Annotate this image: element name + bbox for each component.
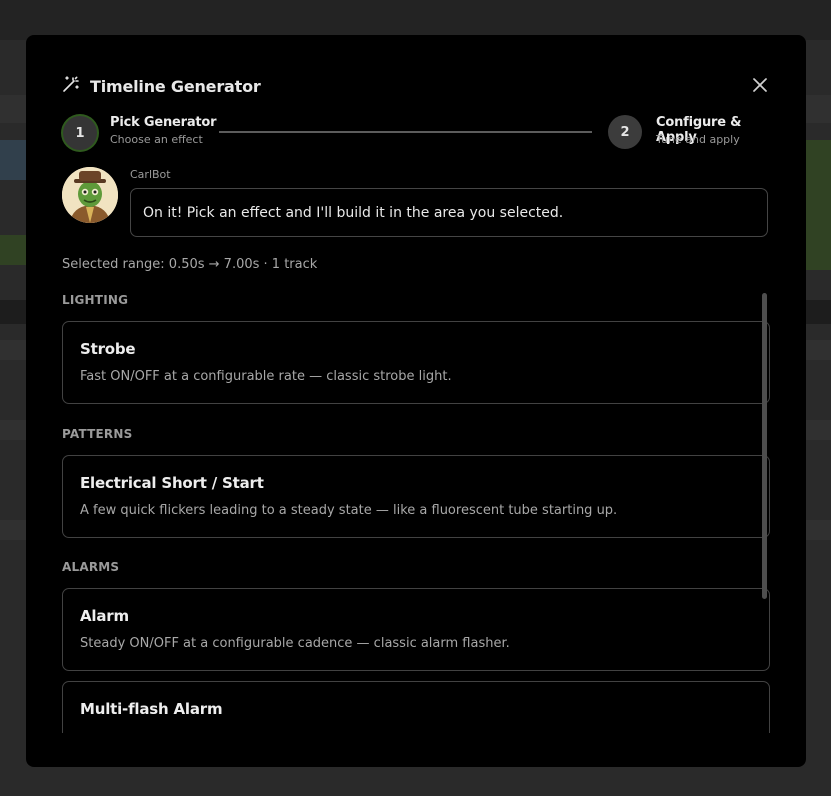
step-2-indicator[interactable]: 2	[608, 115, 642, 149]
effect-list[interactable]: LIGHTING Strobe Fast ON/OFF at a configu…	[62, 293, 770, 733]
wizard-stepper: 1 Pick Generator Choose an effect 2 Conf…	[62, 115, 770, 155]
close-icon	[753, 78, 767, 92]
effect-card-electrical-short[interactable]: Electrical Short / Start A few quick fli…	[62, 455, 770, 538]
category-heading-lighting: LIGHTING	[62, 293, 129, 307]
dialog-title: Timeline Generator	[90, 76, 261, 96]
bot-name: CarlBot	[130, 168, 171, 181]
timeline-generator-dialog: Timeline Generator 1 Pick Generator Choo…	[26, 35, 806, 767]
category-heading-alarms: ALARMS	[62, 560, 120, 574]
dialog-header: Timeline Generator	[62, 75, 261, 97]
step-1-title: Pick Generator	[110, 115, 217, 130]
step-2-subtitle: Tune and apply	[656, 133, 740, 146]
effect-name: Electrical Short / Start	[80, 474, 264, 492]
effect-name: Alarm	[80, 607, 129, 625]
effect-description: A few quick flickers leading to a steady…	[80, 503, 618, 518]
bot-message-bubble: On it! Pick an effect and I'll build it …	[130, 188, 768, 237]
selected-range-summary: Selected range: 0.50s → 7.00s · 1 track	[62, 257, 318, 272]
category-heading-patterns: PATTERNS	[62, 427, 133, 441]
magic-wand-icon	[62, 75, 80, 97]
effect-description: Steady ON/OFF at a configurable cadence …	[80, 636, 510, 651]
effect-name: Multi-flash Alarm	[80, 700, 223, 718]
effect-card-multi-flash-alarm[interactable]: Multi-flash Alarm	[62, 681, 770, 733]
effect-name: Strobe	[80, 340, 136, 358]
step-1-subtitle: Choose an effect	[110, 133, 203, 146]
effect-card-strobe[interactable]: Strobe Fast ON/OFF at a configurable rat…	[62, 321, 770, 404]
step-connector	[219, 131, 592, 133]
effect-card-alarm[interactable]: Alarm Steady ON/OFF at a configurable ca…	[62, 588, 770, 671]
effect-list-scrollbar[interactable]	[762, 293, 767, 599]
step-1-indicator[interactable]: 1	[63, 116, 97, 150]
bot-avatar	[62, 167, 118, 223]
close-button[interactable]	[750, 75, 770, 95]
effect-description: Fast ON/OFF at a configurable rate — cla…	[80, 369, 452, 384]
